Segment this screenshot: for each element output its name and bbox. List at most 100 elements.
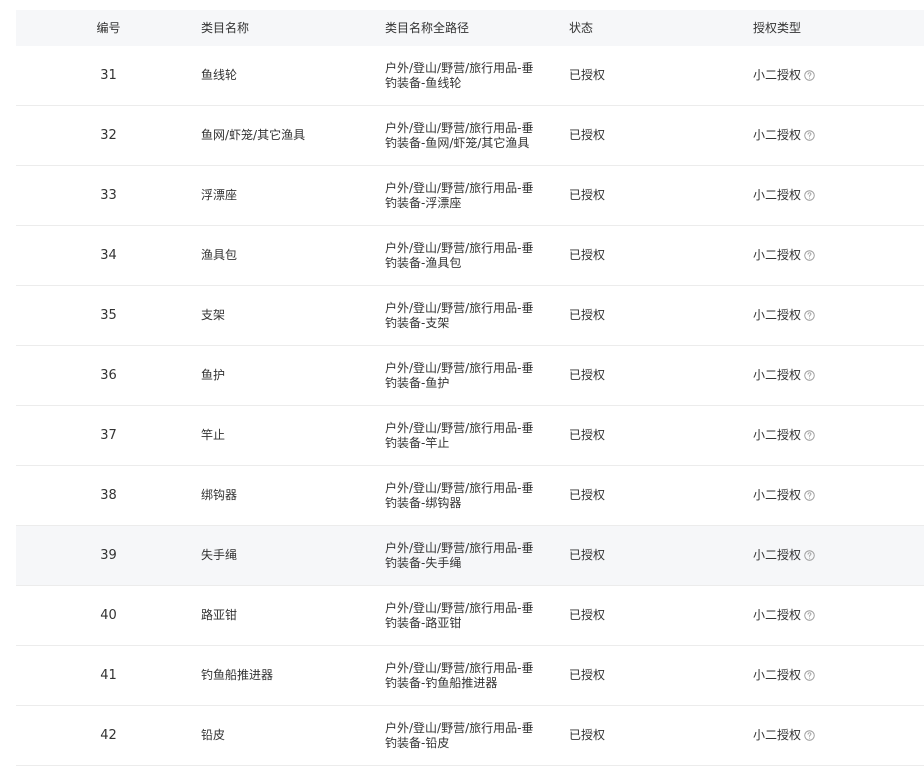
cell-status: 已授权 (569, 428, 606, 442)
cell-auth-type: 小二授权 (753, 548, 924, 563)
cell-auth-type: 小二授权 (753, 128, 924, 143)
question-circle-icon[interactable] (804, 310, 815, 321)
auth-type-label: 小二授权 (753, 668, 802, 682)
cell-status: 已授权 (569, 68, 606, 82)
cell-status: 已授权 (569, 308, 606, 322)
category-path-text: 户外/登山/野营/旅行用品-垂钓装备-鱼网/虾笼/其它渔具 (385, 120, 534, 150)
category-path-text: 户外/登山/野营/旅行用品-垂钓装备-竿止 (385, 420, 534, 450)
cell-category-path: 户外/登山/野营/旅行用品-垂钓装备-竿止 (385, 421, 569, 451)
question-circle-icon[interactable] (804, 70, 815, 81)
category-path-text: 户外/登山/野营/旅行用品-垂钓装备-浮漂座 (385, 180, 534, 210)
header-status: 状态 (569, 20, 594, 35)
cell-status: 已授权 (569, 488, 606, 502)
category-path-text: 户外/登山/野营/旅行用品-垂钓装备-绑钩器 (385, 480, 534, 510)
table-row[interactable]: 34 渔具包 户外/登山/野营/旅行用品-垂钓装备-渔具包 已授权 小二授权 (16, 226, 924, 286)
cell-id: 34 (100, 248, 117, 263)
cell-id: 40 (100, 608, 117, 623)
table-row[interactable]: 32 鱼网/虾笼/其它渔具 户外/登山/野营/旅行用品-垂钓装备-鱼网/虾笼/其它渔… (16, 106, 924, 166)
table-body: 31 鱼线轮 户外/登山/野营/旅行用品-垂钓装备-鱼线轮 已授权 小二授权 32 鱼网/虾… (16, 46, 924, 766)
category-path-text: 户外/登山/野营/旅行用品-垂钓装备-鱼护 (385, 360, 534, 390)
table-row[interactable]: 39 失手绳 户外/登山/野营/旅行用品-垂钓装备-失手绳 已授权 小二授权 (16, 526, 924, 586)
question-circle-icon[interactable] (804, 250, 815, 261)
question-circle-icon[interactable] (804, 370, 815, 381)
cell-auth-type: 小二授权 (753, 608, 924, 623)
table-row[interactable]: 35 支架 户外/登山/野营/旅行用品-垂钓装备-支架 已授权 小二授权 (16, 286, 924, 346)
table-row[interactable]: 42 铅皮 户外/登山/野营/旅行用品-垂钓装备-铅皮 已授权 小二授权 (16, 706, 924, 766)
question-circle-icon[interactable] (804, 490, 815, 501)
cell-category-name: 支架 (201, 308, 226, 322)
question-circle-icon[interactable] (804, 130, 815, 141)
cell-category-path: 户外/登山/野营/旅行用品-垂钓装备-鱼网/虾笼/其它渔具 (385, 121, 569, 151)
auth-type-label: 小二授权 (753, 68, 802, 82)
cell-category-name: 路亚钳 (201, 608, 238, 622)
cell-status: 已授权 (569, 668, 606, 682)
category-path-text: 户外/登山/野营/旅行用品-垂钓装备-铅皮 (385, 720, 534, 750)
cell-category-path: 户外/登山/野营/旅行用品-垂钓装备-铅皮 (385, 721, 569, 751)
cell-auth-type: 小二授权 (753, 188, 924, 203)
question-circle-icon[interactable] (804, 430, 815, 441)
table-row[interactable]: 36 鱼护 户外/登山/野营/旅行用品-垂钓装备-鱼护 已授权 小二授权 (16, 346, 924, 406)
question-circle-icon[interactable] (804, 610, 815, 621)
header-auth-type: 授权类型 (753, 20, 802, 35)
cell-status: 已授权 (569, 728, 606, 742)
cell-category-name: 失手绳 (201, 548, 238, 562)
category-auth-table: 编号 类目名称 类目名称全路径 状态 授权类型 31 鱼线轮 户外/登山/野营/旅行… (16, 10, 924, 766)
cell-status: 已授权 (569, 128, 606, 142)
cell-id: 41 (100, 668, 117, 683)
question-circle-icon[interactable] (804, 730, 815, 741)
auth-type-label: 小二授权 (753, 248, 802, 262)
cell-auth-type: 小二授权 (753, 248, 924, 263)
cell-category-name: 铅皮 (201, 728, 226, 742)
auth-type-label: 小二授权 (753, 308, 802, 322)
category-path-text: 户外/登山/野营/旅行用品-垂钓装备-钓鱼船推进器 (385, 660, 534, 690)
table-row[interactable]: 33 浮漂座 户外/登山/野营/旅行用品-垂钓装备-浮漂座 已授权 小二授权 (16, 166, 924, 226)
cell-auth-type: 小二授权 (753, 668, 924, 683)
cell-auth-type: 小二授权 (753, 68, 924, 83)
cell-id: 42 (100, 728, 117, 743)
cell-id: 33 (100, 188, 117, 203)
cell-category-path: 户外/登山/野营/旅行用品-垂钓装备-浮漂座 (385, 181, 569, 211)
cell-category-path: 户外/登山/野营/旅行用品-垂钓装备-支架 (385, 301, 569, 331)
cell-category-name: 绑钩器 (201, 488, 238, 502)
header-id: 编号 (96, 20, 121, 35)
cell-status: 已授权 (569, 188, 606, 202)
cell-status: 已授权 (569, 368, 606, 382)
table-row[interactable]: 31 鱼线轮 户外/登山/野营/旅行用品-垂钓装备-鱼线轮 已授权 小二授权 (16, 46, 924, 106)
cell-id: 39 (100, 548, 117, 563)
header-category-path: 类目名称全路径 (385, 20, 470, 35)
table-row[interactable]: 37 竿止 户外/登山/野营/旅行用品-垂钓装备-竿止 已授权 小二授权 (16, 406, 924, 466)
auth-type-label: 小二授权 (753, 548, 802, 562)
question-circle-icon[interactable] (804, 670, 815, 681)
cell-category-path: 户外/登山/野营/旅行用品-垂钓装备-鱼线轮 (385, 61, 569, 91)
cell-category-name: 浮漂座 (201, 188, 238, 202)
cell-auth-type: 小二授权 (753, 488, 924, 503)
cell-category-name: 竿止 (201, 428, 226, 442)
cell-category-path: 户外/登山/野营/旅行用品-垂钓装备-失手绳 (385, 541, 569, 571)
cell-category-name: 鱼网/虾笼/其它渔具 (201, 128, 306, 142)
auth-type-label: 小二授权 (753, 608, 802, 622)
cell-id: 31 (100, 68, 117, 83)
table-row[interactable]: 40 路亚钳 户外/登山/野营/旅行用品-垂钓装备-路亚钳 已授权 小二授权 (16, 586, 924, 646)
category-path-text: 户外/登山/野营/旅行用品-垂钓装备-支架 (385, 300, 534, 330)
auth-type-label: 小二授权 (753, 428, 802, 442)
auth-type-label: 小二授权 (753, 488, 802, 502)
cell-auth-type: 小二授权 (753, 308, 924, 323)
auth-type-label: 小二授权 (753, 728, 802, 742)
cell-status: 已授权 (569, 548, 606, 562)
auth-type-label: 小二授权 (753, 368, 802, 382)
table-header: 编号 类目名称 类目名称全路径 状态 授权类型 (16, 10, 924, 46)
cell-auth-type: 小二授权 (753, 728, 924, 743)
header-category-name: 类目名称 (201, 20, 250, 35)
cell-status: 已授权 (569, 608, 606, 622)
question-circle-icon[interactable] (804, 550, 815, 561)
category-path-text: 户外/登山/野营/旅行用品-垂钓装备-鱼线轮 (385, 60, 534, 90)
cell-auth-type: 小二授权 (753, 368, 924, 383)
cell-category-path: 户外/登山/野营/旅行用品-垂钓装备-绑钩器 (385, 481, 569, 511)
auth-type-label: 小二授权 (753, 188, 802, 202)
question-circle-icon[interactable] (804, 190, 815, 201)
cell-category-name: 渔具包 (201, 248, 238, 262)
table-row[interactable]: 38 绑钩器 户外/登山/野营/旅行用品-垂钓装备-绑钩器 已授权 小二授权 (16, 466, 924, 526)
cell-auth-type: 小二授权 (753, 428, 924, 443)
table-row[interactable]: 41 钓鱼船推进器 户外/登山/野营/旅行用品-垂钓装备-钓鱼船推进器 已授权 小二授权 (16, 646, 924, 706)
cell-id: 37 (100, 428, 117, 443)
